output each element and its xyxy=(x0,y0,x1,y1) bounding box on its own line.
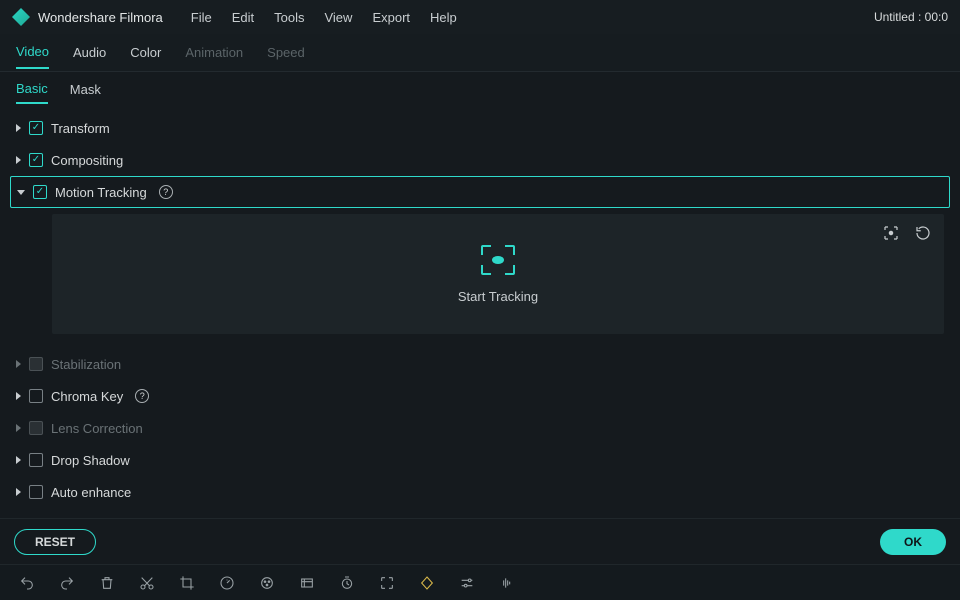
panel-transform[interactable]: Transform xyxy=(10,112,950,144)
chevron-right-icon[interactable] xyxy=(16,456,21,464)
subtab-mask[interactable]: Mask xyxy=(70,76,101,103)
checkbox-compositing[interactable] xyxy=(29,153,43,167)
panel-label: Compositing xyxy=(51,153,123,168)
eye-target-icon[interactable] xyxy=(882,224,900,242)
tab-speed: Speed xyxy=(267,37,305,68)
checkbox-auto-enhance[interactable] xyxy=(29,485,43,499)
panel-auto-enhance[interactable]: Auto enhance xyxy=(10,476,950,508)
chevron-right-icon[interactable] xyxy=(16,488,21,496)
keyframe-icon[interactable] xyxy=(418,574,436,592)
ok-button[interactable]: OK xyxy=(880,529,946,555)
crop-icon[interactable] xyxy=(178,574,196,592)
fit-icon[interactable] xyxy=(378,574,396,592)
panel-label: Chroma Key xyxy=(51,389,123,404)
motion-tracking-panel: Start Tracking xyxy=(52,214,944,334)
checkbox-chroma-key[interactable] xyxy=(29,389,43,403)
panel-chroma-key[interactable]: Chroma Key xyxy=(10,380,950,412)
document-title: Untitled : 00:0 xyxy=(874,10,948,24)
panel-label: Stabilization xyxy=(51,357,121,372)
checkbox-stabilization xyxy=(29,357,43,371)
chevron-right-icon xyxy=(16,424,21,432)
chevron-right-icon[interactable] xyxy=(16,124,21,132)
tab-animation: Animation xyxy=(185,37,243,68)
chevron-right-icon xyxy=(16,360,21,368)
panel-label: Auto enhance xyxy=(51,485,131,500)
primary-tabs: Video Audio Color Animation Speed xyxy=(0,34,960,72)
adjustments-icon[interactable] xyxy=(458,574,476,592)
subtab-basic[interactable]: Basic xyxy=(16,75,48,104)
sub-tabs: Basic Mask xyxy=(0,72,960,106)
footer-buttons: RESET OK xyxy=(0,518,960,564)
speed-icon[interactable] xyxy=(218,574,236,592)
panel-label: Lens Correction xyxy=(51,421,143,436)
checkbox-drop-shadow[interactable] xyxy=(29,453,43,467)
app-title: Wondershare Filmora xyxy=(38,10,163,25)
audio-waveform-icon[interactable] xyxy=(498,574,516,592)
panel-compositing[interactable]: Compositing xyxy=(10,144,950,176)
menubar: File Edit Tools View Export Help xyxy=(191,10,457,25)
menu-file[interactable]: File xyxy=(191,10,212,25)
delete-icon[interactable] xyxy=(98,574,116,592)
tab-video[interactable]: Video xyxy=(16,36,49,69)
panel-label: Transform xyxy=(51,121,110,136)
checkbox-lens-correction xyxy=(29,421,43,435)
chevron-down-icon[interactable] xyxy=(17,190,25,195)
start-tracking-icon[interactable] xyxy=(481,245,515,275)
menu-help[interactable]: Help xyxy=(430,10,457,25)
tab-color[interactable]: Color xyxy=(130,37,161,68)
cut-icon[interactable] xyxy=(138,574,156,592)
freeze-frame-icon[interactable] xyxy=(298,574,316,592)
panel-label: Motion Tracking xyxy=(55,185,147,200)
tab-audio[interactable]: Audio xyxy=(73,37,106,68)
chevron-right-icon[interactable] xyxy=(16,156,21,164)
chevron-right-icon[interactable] xyxy=(16,392,21,400)
filmora-logo-icon xyxy=(12,8,30,26)
titlebar: Wondershare Filmora File Edit Tools View… xyxy=(0,0,960,34)
menu-edit[interactable]: Edit xyxy=(232,10,254,25)
menu-export[interactable]: Export xyxy=(372,10,410,25)
bottom-toolbar xyxy=(0,564,960,600)
help-icon[interactable] xyxy=(135,389,149,403)
undo-icon[interactable] xyxy=(18,574,36,592)
panel-drop-shadow[interactable]: Drop Shadow xyxy=(10,444,950,476)
checkbox-motion-tracking[interactable] xyxy=(33,185,47,199)
panel-motion-tracking[interactable]: Motion Tracking xyxy=(10,176,950,208)
panel-list: Transform Compositing Motion Tracking xyxy=(0,106,960,518)
panel-label: Drop Shadow xyxy=(51,453,130,468)
duration-icon[interactable] xyxy=(338,574,356,592)
reset-button[interactable]: RESET xyxy=(14,529,96,555)
color-icon[interactable] xyxy=(258,574,276,592)
help-icon[interactable] xyxy=(159,185,173,199)
menu-view[interactable]: View xyxy=(324,10,352,25)
reset-rotate-icon[interactable] xyxy=(914,224,932,242)
redo-icon[interactable] xyxy=(58,574,76,592)
panel-lens-correction: Lens Correction xyxy=(10,412,950,444)
panel-stabilization: Stabilization xyxy=(10,348,950,380)
start-tracking-label[interactable]: Start Tracking xyxy=(458,289,538,304)
checkbox-transform[interactable] xyxy=(29,121,43,135)
menu-tools[interactable]: Tools xyxy=(274,10,304,25)
